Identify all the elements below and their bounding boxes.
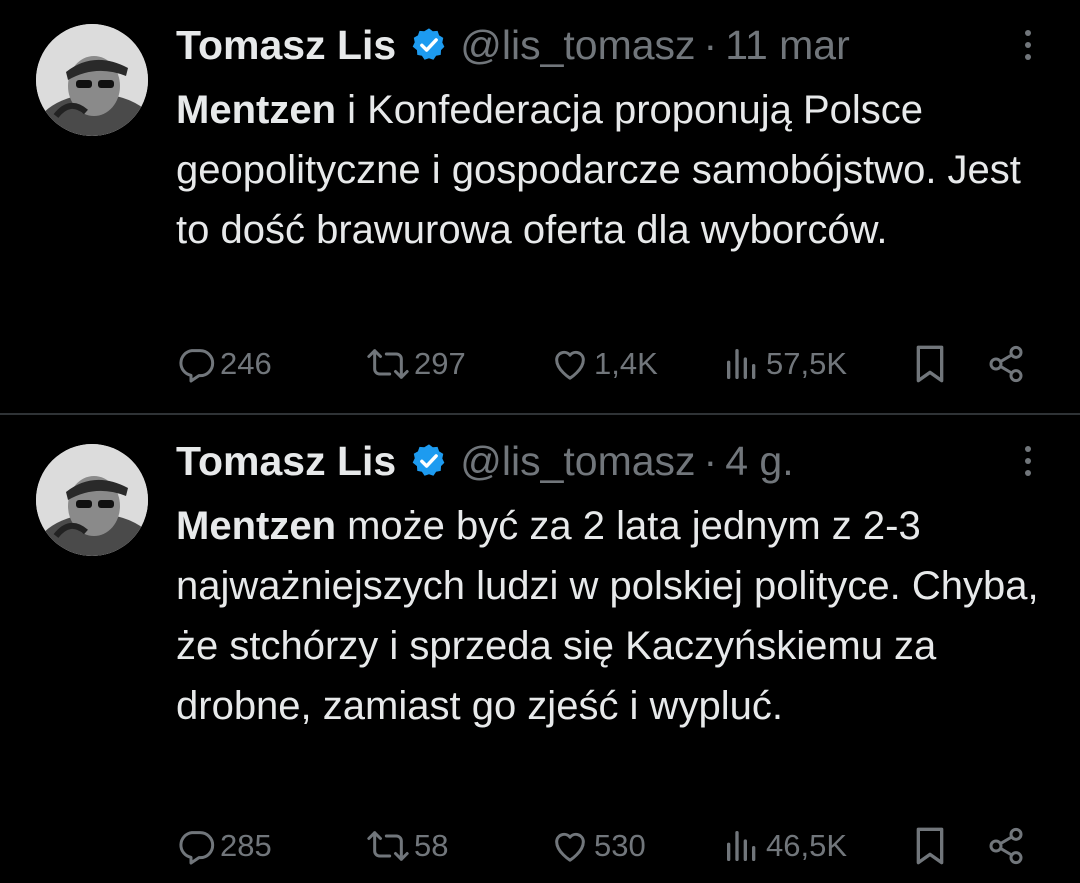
handle[interactable]: @lis_tomasz <box>460 438 695 484</box>
heart-icon <box>555 832 585 862</box>
like-button[interactable]: 530 <box>550 822 646 870</box>
verified-badge-icon <box>410 26 448 64</box>
avatar[interactable] <box>36 444 148 556</box>
like-button[interactable]: 1,4K <box>550 340 658 388</box>
timestamp[interactable]: 11 mar <box>725 22 850 68</box>
tweet-text: Mentzen i Konfederacja proponują Polsce … <box>176 80 1056 260</box>
reply-button[interactable]: 246 <box>176 340 272 388</box>
retweet-button[interactable]: 58 <box>366 822 448 870</box>
views-icon <box>727 349 756 379</box>
tweet-text-mention: Mentzen <box>176 88 336 132</box>
reply-count: 285 <box>220 828 272 863</box>
divider <box>0 413 1080 415</box>
tweet-header: Tomasz Lis @lis_tomasz · 4 g. <box>176 438 794 484</box>
views-icon <box>727 831 756 861</box>
views-button[interactable]: 57,5K <box>722 340 847 388</box>
like-count: 1,4K <box>594 346 658 381</box>
separator: · <box>703 438 718 484</box>
tweet-actions: 285 58 530 46,5K <box>176 822 1036 870</box>
retweet-icon <box>367 349 409 379</box>
bookmark-icon <box>916 345 944 383</box>
views-count: 57,5K <box>766 346 848 381</box>
display-name[interactable]: Tomasz Lis <box>176 438 396 484</box>
share-icon <box>989 345 1023 383</box>
share-button[interactable] <box>986 822 1026 870</box>
more-icon[interactable] <box>1018 30 1038 70</box>
retweet-count: 58 <box>414 828 449 863</box>
display-name[interactable]: Tomasz Lis <box>176 22 396 68</box>
tweet-text-mention: Mentzen <box>176 504 336 548</box>
views-count: 46,5K <box>766 828 848 863</box>
bookmark-button[interactable] <box>910 340 950 388</box>
avatar[interactable] <box>36 24 148 136</box>
retweet-count: 297 <box>414 346 466 381</box>
tweet[interactable]: Tomasz Lis @lis_tomasz · 11 mar Mentzen … <box>0 0 1080 414</box>
bookmark-button[interactable] <box>910 822 950 870</box>
verified-badge-icon <box>410 442 448 480</box>
heart-icon <box>555 350 585 380</box>
retweet-icon <box>367 831 409 861</box>
tweet[interactable]: Tomasz Lis @lis_tomasz · 4 g. Mentzen mo… <box>0 416 1080 883</box>
bookmark-icon <box>916 827 944 865</box>
reply-count: 246 <box>220 346 272 381</box>
share-icon <box>989 827 1023 865</box>
reply-icon <box>179 831 215 865</box>
separator: · <box>703 22 718 68</box>
share-button[interactable] <box>986 340 1026 388</box>
tweet-text: Mentzen może być za 2 lata jednym z 2-3 … <box>176 496 1056 736</box>
more-icon[interactable] <box>1018 446 1038 486</box>
tweet-header: Tomasz Lis @lis_tomasz · 11 mar <box>176 22 850 68</box>
tweet-feed: Tomasz Lis @lis_tomasz · 11 mar Mentzen … <box>0 0 1080 883</box>
like-count: 530 <box>594 828 646 863</box>
handle[interactable]: @lis_tomasz <box>460 22 695 68</box>
timestamp[interactable]: 4 g. <box>725 438 793 484</box>
reply-icon <box>179 349 215 383</box>
tweet-actions: 246 297 1,4K 57,5K <box>176 340 1036 388</box>
retweet-button[interactable]: 297 <box>366 340 466 388</box>
views-button[interactable]: 46,5K <box>722 822 847 870</box>
reply-button[interactable]: 285 <box>176 822 272 870</box>
